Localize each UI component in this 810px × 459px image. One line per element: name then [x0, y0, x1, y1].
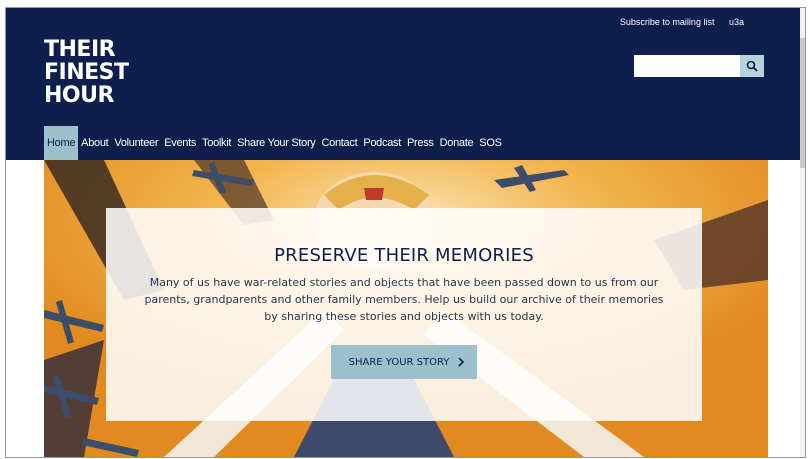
search-form: [634, 55, 766, 77]
chevron-right-icon: [458, 357, 465, 367]
logo-line-2: FINEST: [44, 60, 129, 85]
nav-volunteer[interactable]: Volunteer: [111, 126, 161, 160]
hero-title: PRESERVE THEIR MEMORIES: [274, 245, 534, 266]
subscribe-link[interactable]: Subscribe to mailing list: [620, 17, 715, 27]
nav-home[interactable]: Home: [44, 126, 79, 160]
site-logo[interactable]: THEIR FINEST HOUR: [44, 38, 129, 107]
logo-line-1: THEIR: [44, 37, 116, 62]
search-icon: [746, 60, 758, 72]
scrollbar-thumb[interactable]: [800, 38, 805, 168]
main-nav: Home About Volunteer Events Toolkit Shar…: [44, 126, 505, 160]
search-input[interactable]: [634, 55, 740, 77]
nav-donate[interactable]: Donate: [437, 126, 477, 160]
share-your-story-label: SHARE YOUR STORY: [348, 356, 450, 368]
nav-press[interactable]: Press: [404, 126, 437, 160]
hero-text: Many of us have war-related stories and …: [144, 276, 664, 323]
logo-line-3: HOUR: [44, 83, 114, 108]
u3a-link[interactable]: u3a: [729, 17, 744, 27]
nav-podcast[interactable]: Podcast: [360, 126, 404, 160]
hero-panel: PRESERVE THEIR MEMORIES Many of us have …: [106, 208, 702, 421]
nav-contact[interactable]: Contact: [319, 126, 361, 160]
scrollbar[interactable]: [800, 8, 805, 457]
top-links: Subscribe to mailing list u3a: [608, 17, 744, 27]
nav-share-your-story[interactable]: Share Your Story: [234, 126, 318, 160]
search-button[interactable]: [740, 55, 764, 77]
site-header: THEIR FINEST HOUR Subscribe to mailing l…: [6, 8, 804, 160]
nav-toolkit[interactable]: Toolkit: [199, 126, 234, 160]
nav-about[interactable]: About: [78, 126, 111, 160]
nav-events[interactable]: Events: [161, 126, 199, 160]
share-your-story-button[interactable]: SHARE YOUR STORY: [330, 345, 478, 379]
nav-sos[interactable]: SOS: [476, 126, 504, 160]
browser-viewport: THEIR FINEST HOUR Subscribe to mailing l…: [5, 7, 806, 458]
